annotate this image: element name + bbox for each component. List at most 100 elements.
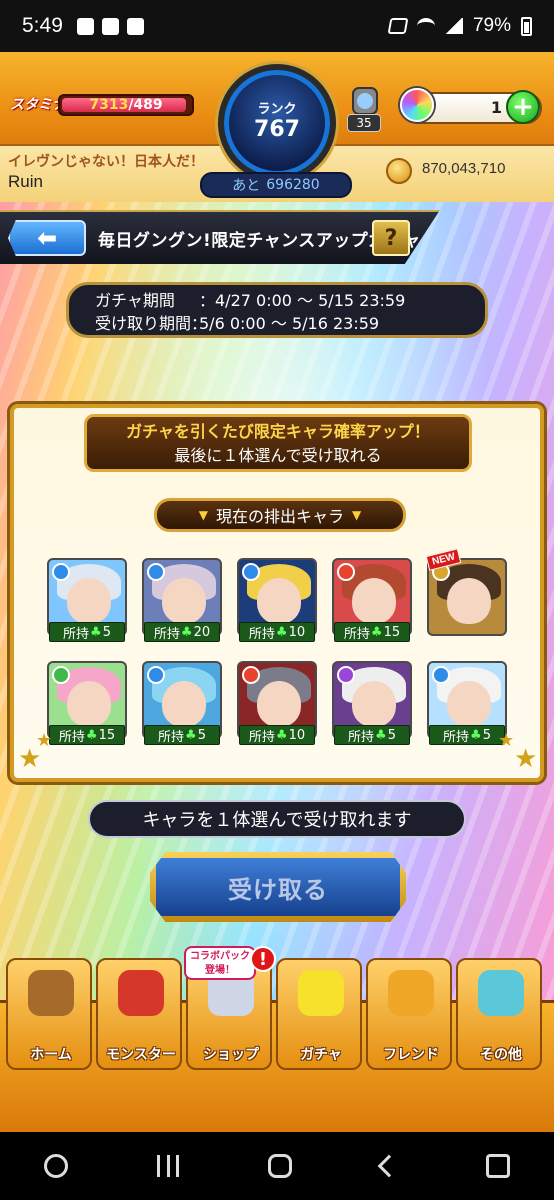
nav-home-button[interactable]: ホーム bbox=[6, 958, 92, 1070]
owned-count: 所持 ♣ 5 bbox=[429, 725, 505, 745]
stamina-max: /489 bbox=[128, 97, 163, 113]
notification-icons bbox=[76, 17, 144, 35]
panel-header-line1: ガチャを引くたび限定キャラ確率アップ！ bbox=[126, 422, 430, 441]
star-icon: ★ bbox=[498, 730, 515, 751]
home-button[interactable] bbox=[267, 1154, 292, 1178]
nav-monster-label: モンスター bbox=[106, 1047, 176, 1063]
owned-label: 所持 bbox=[58, 729, 85, 745]
character-portrait bbox=[427, 558, 507, 636]
character-card[interactable]: 所持 ♣ 10 bbox=[237, 661, 317, 745]
owned-label: 所持 bbox=[248, 626, 275, 642]
nav-monster-button[interactable]: モンスター bbox=[96, 958, 182, 1070]
clover-icon: ♣ bbox=[185, 727, 197, 743]
recent-apps-button[interactable] bbox=[157, 1155, 180, 1177]
owned-label: 所持 bbox=[348, 729, 375, 745]
coin-value: 870,043,710 bbox=[422, 160, 506, 177]
character-card[interactable]: 所持 ♣ 5 bbox=[142, 661, 222, 745]
gacha-icon bbox=[298, 970, 344, 1016]
nav-friend-label: フレンド bbox=[383, 1047, 439, 1063]
stamina-bar: 7313/489 bbox=[58, 94, 194, 116]
rank-next: あと 696280 bbox=[200, 172, 352, 198]
nav-gacha-label: ガチャ bbox=[300, 1047, 342, 1063]
nav-other-label: その他 bbox=[480, 1047, 522, 1063]
keyboard-icon[interactable] bbox=[485, 1154, 510, 1178]
home-icon bbox=[28, 970, 74, 1016]
character-face bbox=[447, 681, 491, 727]
owned-number: 15 bbox=[98, 727, 116, 743]
orb-icon bbox=[400, 88, 434, 122]
character-face bbox=[352, 578, 396, 624]
owned-count: 所持 ♣ 5 bbox=[334, 725, 410, 745]
add-orb-button[interactable]: + bbox=[506, 90, 540, 124]
character-card[interactable]: 所持 ♣ 20 bbox=[142, 558, 222, 642]
element-icon bbox=[52, 666, 70, 684]
nav-home-label: ホーム bbox=[30, 1047, 72, 1063]
clover-icon: ♣ bbox=[375, 727, 387, 743]
character-card[interactable]: 所持 ♣ 5 bbox=[332, 661, 412, 745]
receive-button-label: 受け取る bbox=[156, 858, 400, 916]
friend-icon bbox=[388, 970, 434, 1016]
owned-number: 10 bbox=[288, 727, 306, 743]
clover-icon: ♣ bbox=[180, 624, 193, 640]
clover-icon: ♣ bbox=[470, 727, 482, 743]
nav-shop-label: ショップ bbox=[203, 1047, 259, 1063]
battery-percent: 79% bbox=[472, 15, 511, 36]
element-icon bbox=[52, 563, 70, 581]
owned-count: 所持 ♣ 15 bbox=[49, 725, 125, 745]
receive-period-value: 5/6 0:00 ～ 5/16 23:59 bbox=[199, 314, 380, 333]
owned-label: 所持 bbox=[153, 626, 180, 642]
clover-icon: ♣ bbox=[90, 624, 102, 640]
app-icon bbox=[101, 17, 119, 35]
owned-count: 所持 ♣ 5 bbox=[49, 622, 125, 642]
status-bar: 5:49 79% bbox=[0, 0, 554, 52]
nav-friend-button[interactable]: フレンド bbox=[366, 958, 452, 1070]
monster-icon bbox=[118, 970, 164, 1016]
element-icon bbox=[337, 666, 355, 684]
panel-header-line2: 最後に１体選んで受け取れる bbox=[174, 446, 382, 465]
owned-count: 所持 ♣ 20 bbox=[144, 622, 220, 642]
owned-number: 5 bbox=[387, 727, 396, 743]
character-card[interactable]: 所持 ♣ 15 bbox=[47, 661, 127, 745]
owned-label: 所持 bbox=[63, 626, 90, 642]
gacha-period-label: ガチャ期間 bbox=[95, 291, 175, 310]
game-launcher-icon[interactable] bbox=[44, 1154, 69, 1178]
receive-button[interactable]: 受け取る bbox=[150, 852, 406, 922]
owned-count: 所持 ♣ 10 bbox=[239, 622, 315, 642]
element-icon bbox=[432, 666, 450, 684]
other-icon bbox=[478, 970, 524, 1016]
element-icon bbox=[242, 666, 260, 684]
back-button[interactable]: ⬅ bbox=[8, 220, 86, 256]
clover-icon: ♣ bbox=[370, 624, 383, 640]
android-nav-bar bbox=[0, 1132, 554, 1200]
alert-icon: ! bbox=[250, 946, 276, 972]
help-button[interactable]: ? bbox=[372, 220, 410, 256]
period-box: ガチャ期間 ：4/27 0:00 ～ 5/15 23:59 受け取り期間： 5/… bbox=[66, 282, 488, 338]
character-card[interactable]: 所持 ♣ 10 bbox=[237, 558, 317, 642]
character-card[interactable]: 所持 ♣ 5 bbox=[427, 661, 507, 745]
back-nav-button[interactable] bbox=[377, 1154, 401, 1178]
character-card[interactable]: 所持 ♣ 15 bbox=[332, 558, 412, 642]
owned-number: 20 bbox=[193, 624, 211, 640]
character-face bbox=[447, 578, 491, 624]
character-face bbox=[352, 681, 396, 727]
character-face bbox=[257, 578, 301, 624]
nav-gacha-button[interactable]: ガチャ bbox=[276, 958, 362, 1070]
nav-other-button[interactable]: その他 bbox=[456, 958, 542, 1070]
element-icon bbox=[147, 563, 165, 581]
rank-label: ランク bbox=[257, 102, 297, 117]
rank-next-value: 696280 bbox=[266, 177, 320, 193]
owned-number: 5 bbox=[102, 624, 111, 640]
owned-number: 5 bbox=[197, 727, 206, 743]
character-card[interactable]: NEW bbox=[425, 548, 507, 642]
check-icon bbox=[126, 17, 144, 35]
battery-icon bbox=[521, 16, 532, 36]
status-time: 5:49 bbox=[22, 14, 63, 37]
triangle-down-icon: ▼ bbox=[352, 508, 362, 522]
character-card[interactable]: 所持 ♣ 5 bbox=[47, 558, 127, 642]
owned-label: 所持 bbox=[443, 729, 470, 745]
shield-icon bbox=[76, 17, 94, 35]
mute-icon bbox=[387, 18, 409, 34]
rank-badge[interactable]: ランク 767 bbox=[218, 64, 336, 182]
clover-icon: ♣ bbox=[275, 624, 288, 640]
star-icon: ★ bbox=[36, 730, 53, 751]
